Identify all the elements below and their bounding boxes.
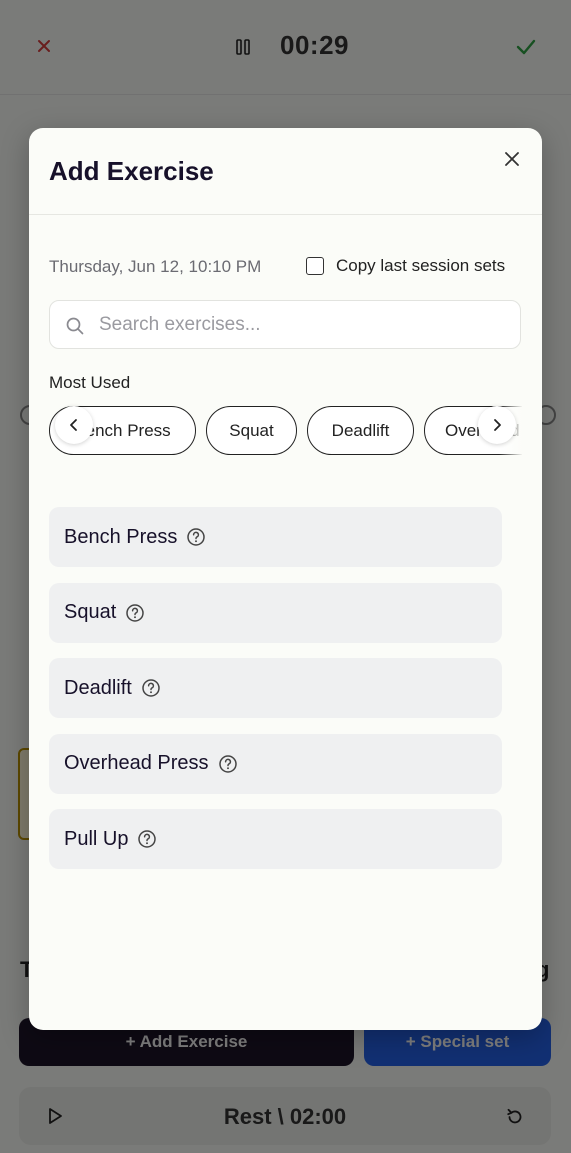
search-box[interactable]	[49, 300, 521, 349]
exercise-name: Overhead Press	[64, 752, 209, 774]
exercise-name: Deadlift	[64, 676, 132, 699]
question-circle-icon[interactable]	[137, 829, 157, 849]
exercise-list: Bench Press Squat Deadlift Overhead Pres…	[49, 507, 502, 885]
search-icon	[66, 317, 84, 335]
exercise-item-deadlift[interactable]: Deadlift	[49, 658, 502, 718]
exercise-item-pull-up[interactable]: Pull Up	[49, 809, 502, 869]
question-circle-icon[interactable]	[186, 527, 206, 547]
modal-title: Add Exercise	[49, 156, 214, 186]
copy-last-session-toggle[interactable]: Copy last session sets	[306, 256, 505, 276]
question-circle-icon[interactable]	[218, 754, 238, 774]
exercise-item-bench-press[interactable]: Bench Press	[49, 507, 502, 567]
copy-last-session-label[interactable]: Copy last session sets	[336, 256, 505, 276]
modal-header: Add Exercise	[29, 128, 542, 215]
chip-deadlift[interactable]: Deadlift	[307, 406, 414, 455]
exercise-name: Bench Press	[64, 525, 178, 548]
question-circle-icon[interactable]	[125, 603, 145, 623]
most-used-heading: Most Used	[49, 373, 131, 392]
copy-last-session-checkbox[interactable]	[306, 257, 324, 275]
close-icon[interactable]	[503, 150, 521, 168]
carousel-next-button[interactable]	[478, 406, 516, 444]
session-datetime: Thursday, Jun 12, 10:10 PM	[49, 257, 262, 276]
most-used-carousel[interactable]: Bench Press Squat Deadlift Overhead Pres…	[49, 406, 522, 457]
chevron-right-icon	[494, 419, 501, 431]
question-circle-icon[interactable]	[141, 678, 161, 698]
add-exercise-modal: Add Exercise Thursday, Jun 12, 10:10 PM …	[29, 128, 542, 1030]
exercise-item-overhead-press[interactable]: Overhead Press	[49, 733, 502, 794]
carousel-prev-button[interactable]	[55, 406, 93, 444]
chevron-left-icon	[70, 419, 77, 431]
exercise-name: Pull Up	[64, 827, 129, 850]
exercise-item-squat[interactable]: Squat	[49, 582, 502, 643]
search-input[interactable]	[99, 301, 509, 348]
exercise-name: Squat	[64, 601, 117, 623]
chip-squat[interactable]: Squat	[206, 406, 297, 455]
